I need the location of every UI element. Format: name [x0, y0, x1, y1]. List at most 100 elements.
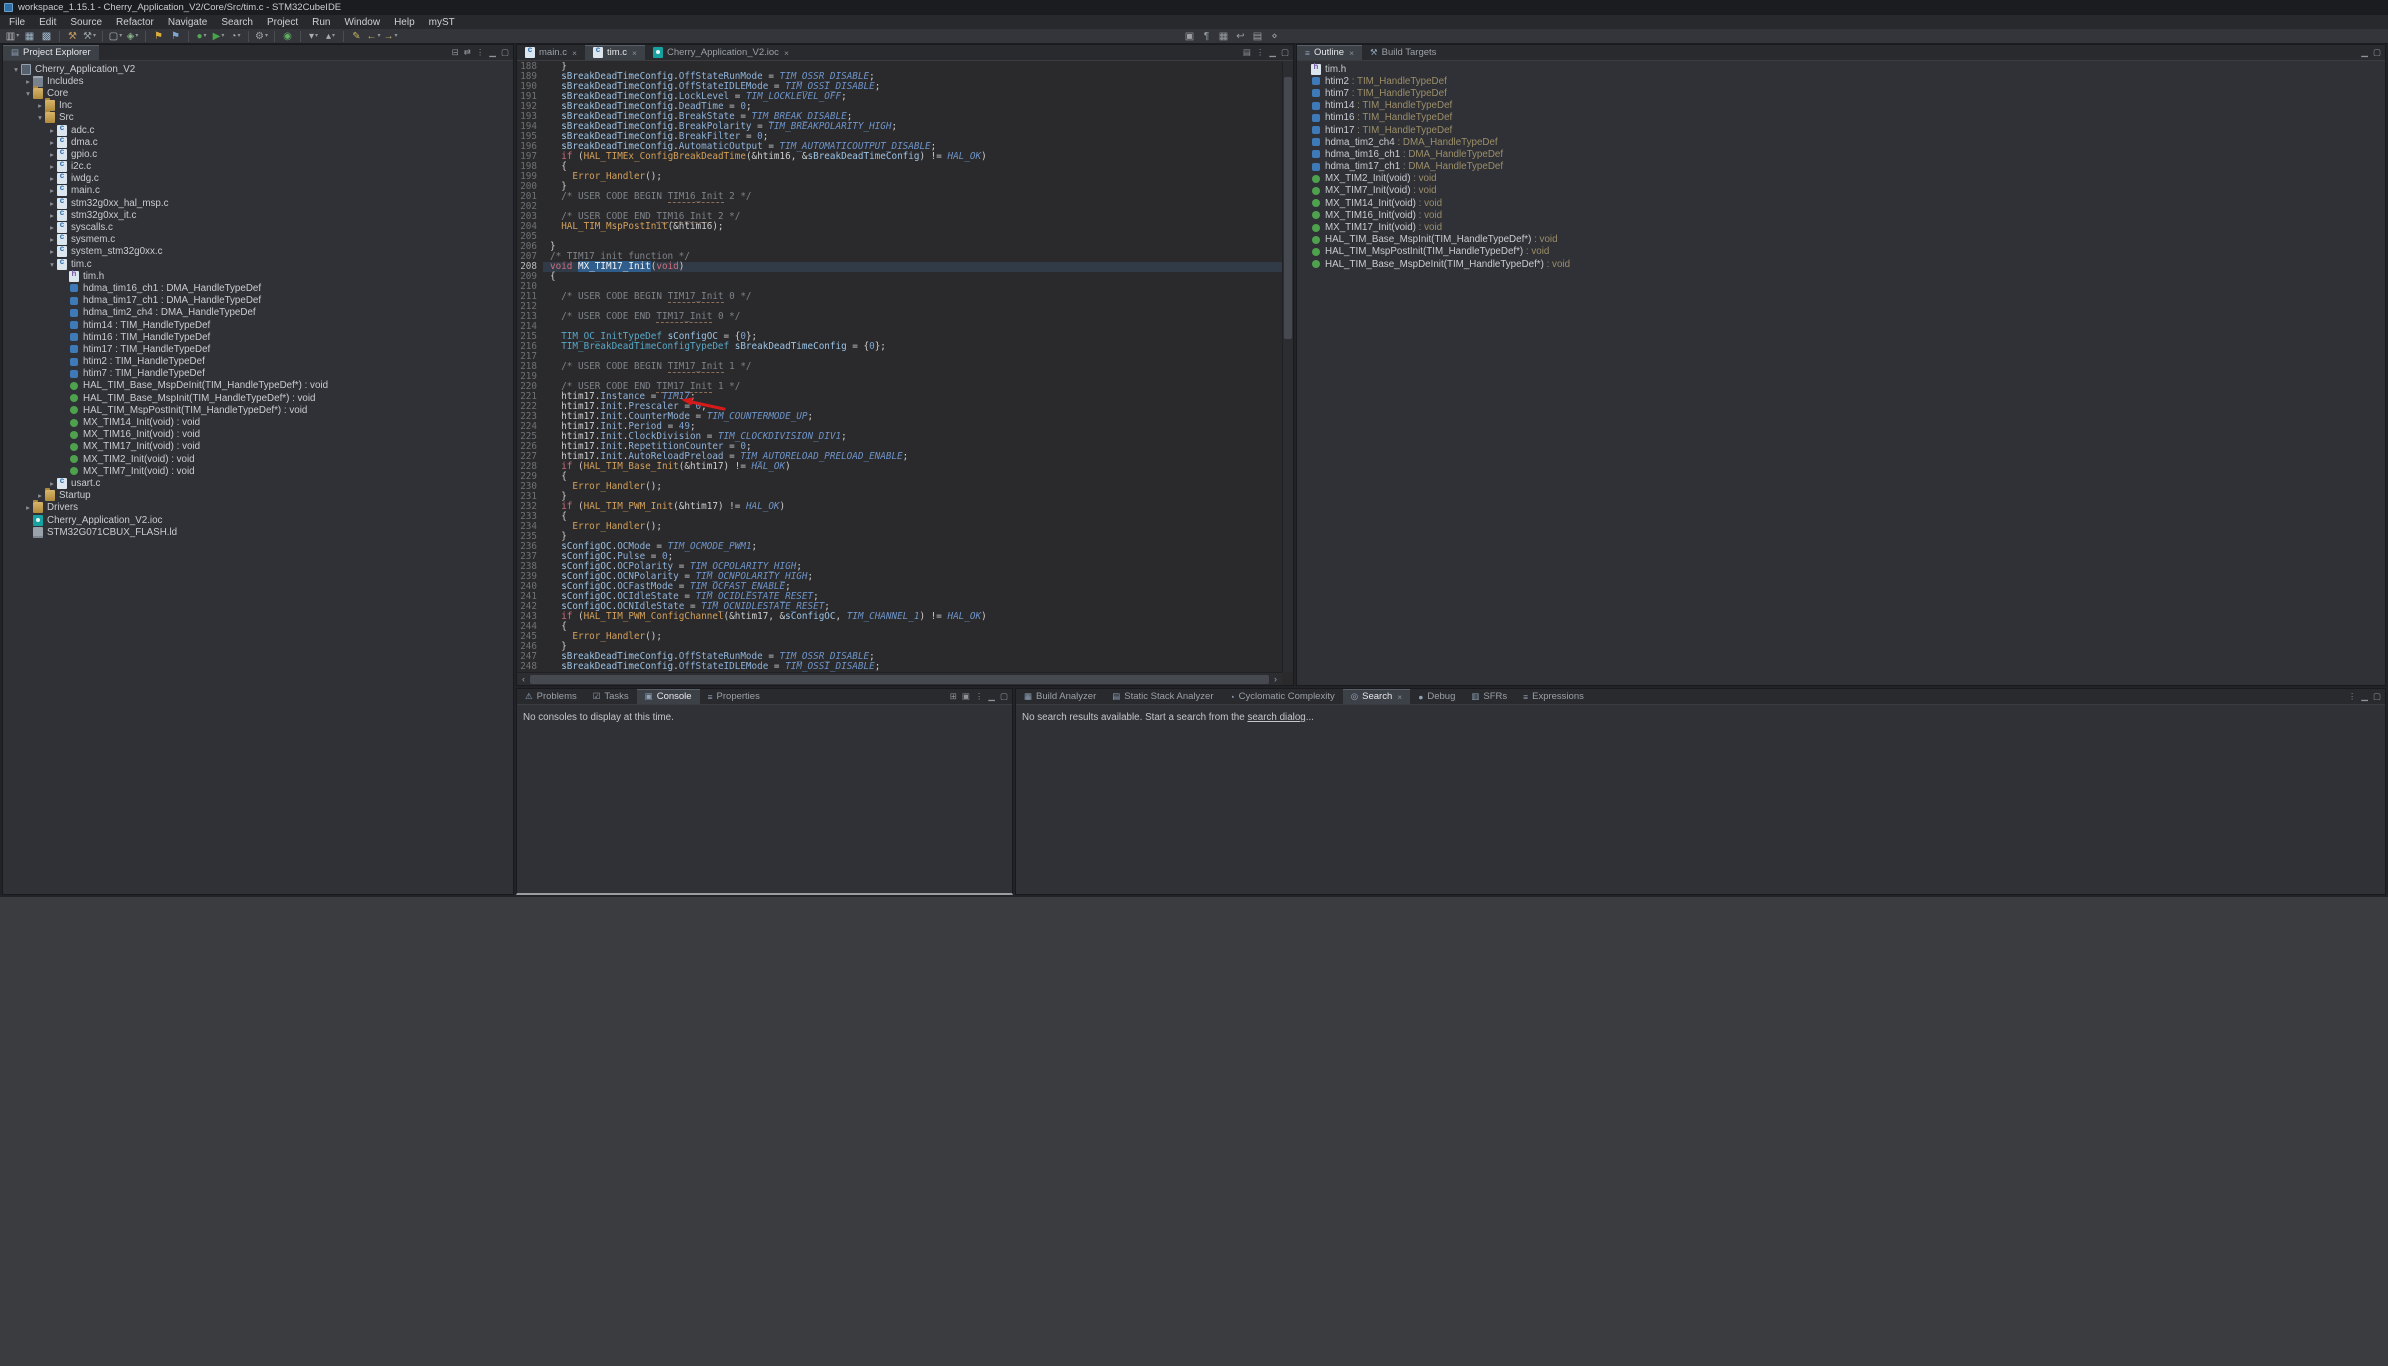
tab-properties[interactable]: ≡Properties — [700, 689, 768, 704]
code-line[interactable]: 208void MX_TIM17_Init(void) — [517, 262, 1282, 272]
word-wrap-button[interactable]: ↩ — [1233, 30, 1248, 43]
external-tools-button[interactable]: ⚙▾ — [254, 30, 269, 43]
tree-item[interactable]: htim17 : TIM_HandleTypeDef — [3, 343, 513, 355]
expander-icon[interactable]: ▸ — [35, 101, 45, 110]
code-line[interactable]: 209{ — [517, 272, 1282, 282]
tree-item[interactable]: ▸iwdg.c — [3, 173, 513, 185]
tab-build-targets[interactable]: ⚒Build Targets — [1362, 45, 1444, 60]
code-line[interactable]: 205 — [517, 232, 1282, 242]
code-line[interactable]: 197 if (HAL_TIMEx_ConfigBreakDeadTime(&h… — [517, 152, 1282, 162]
vertical-scroll-thumb[interactable] — [1284, 77, 1292, 339]
tab-expressions[interactable]: ≡Expressions — [1515, 689, 1592, 704]
tab-console[interactable]: ▣Console — [637, 689, 700, 704]
tree-item[interactable]: hdma_tim16_ch1 : DMA_HandleTypeDef — [3, 282, 513, 294]
code-line[interactable]: 216 TIM_BreakDeadTimeConfigTypeDef sBrea… — [517, 342, 1282, 352]
maximize-icon[interactable]: ▢ — [2373, 691, 2381, 702]
tree-item[interactable]: ▸Includes — [3, 75, 513, 87]
tree-item[interactable]: tim.h — [3, 270, 513, 282]
project-explorer-tree[interactable]: ▾Cherry_Application_V2▸Includes▾Core▸Inc… — [3, 61, 513, 894]
maximize-icon[interactable]: ▢ — [1281, 47, 1289, 58]
new-wizard-button[interactable]: ▥▾ — [5, 30, 20, 43]
code-line[interactable]: 201 /* USER CODE BEGIN TIM16_Init 2 */ — [517, 192, 1282, 202]
minimize-icon[interactable]: ▁ — [988, 691, 995, 702]
tab-cyclomatic-complexity[interactable]: ◔Cyclomatic Complexity — [1222, 689, 1343, 704]
profile-button[interactable]: ◔▾ — [228, 30, 243, 43]
tree-item[interactable]: htim7 : TIM_HandleTypeDef — [3, 368, 513, 380]
tree-item[interactable]: ▾Core — [3, 87, 513, 99]
editor-vertical-scrollbar[interactable] — [1282, 61, 1293, 672]
tab-outline[interactable]: ≡Outline× — [1297, 45, 1362, 60]
outline-item[interactable]: hdma_tim2_ch4 : DMA_HandleTypeDef — [1297, 136, 2385, 148]
tab-sfrs[interactable]: ▥SFRs — [1463, 689, 1515, 704]
close-icon[interactable]: × — [632, 48, 637, 58]
tab-project-explorer[interactable]: ▤Project Explorer — [3, 45, 99, 60]
tree-item[interactable]: ▸Startup — [3, 490, 513, 502]
outline-list[interactable]: tim.hhtim2 : TIM_HandleTypeDefhtim7 : TI… — [1297, 61, 2385, 685]
expander-icon[interactable]: ▸ — [47, 247, 57, 256]
expander-icon[interactable]: ▸ — [47, 223, 57, 232]
tree-item[interactable]: HAL_TIM_Base_MspDeInit(TIM_HandleTypeDef… — [3, 380, 513, 392]
expander-icon[interactable]: ▸ — [47, 479, 57, 488]
debug-button[interactable]: ●▾ — [194, 30, 209, 43]
toggle-mark-occurrences-button[interactable]: ▣ — [1182, 30, 1197, 43]
menu-myst[interactable]: myST — [422, 15, 462, 29]
open-console-icon[interactable]: ⊞ — [950, 691, 957, 702]
outline-item[interactable]: htim17 : TIM_HandleTypeDef — [1297, 124, 2385, 136]
tree-item[interactable]: htim16 : TIM_HandleTypeDef — [3, 331, 513, 343]
outline-item[interactable]: HAL_TIM_Base_MspInit(TIM_HandleTypeDef*)… — [1297, 234, 2385, 246]
code-line[interactable]: 199 Error_Handler(); — [517, 172, 1282, 182]
tab-build-analyzer[interactable]: ▦Build Analyzer — [1016, 689, 1104, 704]
editor-presentation-button[interactable]: ▤ — [1250, 30, 1265, 43]
view-menu-icon[interactable]: ⋮ — [1256, 47, 1265, 58]
close-icon[interactable]: × — [1397, 692, 1402, 702]
new-source-button[interactable]: ▢▾ — [108, 30, 123, 43]
code-line[interactable]: 230 Error_Handler(); — [517, 482, 1282, 492]
build-select-button[interactable]: ⚒▾ — [82, 30, 97, 43]
expander-icon[interactable]: ▸ — [35, 491, 45, 500]
expander-icon[interactable]: ▸ — [47, 235, 57, 244]
tree-item[interactable]: MX_TIM16_Init(void) : void — [3, 429, 513, 441]
tree-item[interactable]: ▾Cherry_Application_V2 — [3, 63, 513, 75]
tab-cherry-application-v2-ioc[interactable]: Cherry_Application_V2.ioc× — [645, 45, 797, 60]
collapse-all-icon[interactable]: ⊟ — [452, 47, 459, 58]
view-menu-icon[interactable]: ⋮ — [975, 691, 984, 702]
expander-icon[interactable]: ▸ — [23, 503, 33, 512]
expander-icon[interactable]: ▸ — [47, 162, 57, 171]
expander-icon[interactable]: ▸ — [47, 126, 57, 135]
last-edit-location-button[interactable]: ✎ — [349, 30, 364, 43]
close-icon[interactable]: × — [784, 48, 789, 58]
code-line[interactable]: 234 Error_Handler(); — [517, 522, 1282, 532]
code-lines[interactable]: 188 }189 sBreakDeadTimeConfig.OffStateRu… — [517, 62, 1282, 672]
editor-horizontal-scrollbar[interactable]: ‹ › — [517, 672, 1282, 685]
close-icon[interactable]: × — [572, 48, 577, 58]
outline-item[interactable]: HAL_TIM_Base_MspDeInit(TIM_HandleTypeDef… — [1297, 258, 2385, 270]
pin-editor-button[interactable]: ⋄ — [1267, 30, 1282, 43]
coverage-button[interactable]: ◉ — [280, 30, 295, 43]
tree-item[interactable]: htim14 : TIM_HandleTypeDef — [3, 319, 513, 331]
tree-item[interactable]: hdma_tim2_ch4 : DMA_HandleTypeDef — [3, 307, 513, 319]
tree-item[interactable]: ▸Drivers — [3, 502, 513, 514]
display-selected-console-icon[interactable]: ▣ — [962, 691, 970, 702]
outline-item[interactable]: MX_TIM2_Init(void) : void — [1297, 173, 2385, 185]
save-all-button[interactable]: ▩ — [39, 30, 54, 43]
expander-icon[interactable]: ▾ — [11, 65, 21, 74]
code-editor[interactable]: 188 }189 sBreakDeadTimeConfig.OffStateRu… — [517, 61, 1293, 685]
outline-item[interactable]: hdma_tim17_ch1 : DMA_HandleTypeDef — [1297, 161, 2385, 173]
minimize-icon[interactable]: ▁ — [2361, 691, 2368, 702]
expander-icon[interactable]: ▾ — [35, 113, 45, 122]
outline-item[interactable]: MX_TIM17_Init(void) : void — [1297, 221, 2385, 233]
code-line[interactable]: 228 if (HAL_TIM_Base_Init(&htim17) != HA… — [517, 462, 1282, 472]
menu-source[interactable]: Source — [63, 15, 109, 29]
tab-tim-c[interactable]: tim.c× — [585, 45, 645, 60]
menu-run[interactable]: Run — [305, 15, 337, 29]
tree-item[interactable]: ▸syscalls.c — [3, 221, 513, 233]
save-button[interactable]: ▦ — [22, 30, 37, 43]
maximize-icon[interactable]: ▢ — [2373, 47, 2381, 58]
outline-item[interactable]: MX_TIM14_Init(void) : void — [1297, 197, 2385, 209]
outline-item[interactable]: MX_TIM16_Init(void) : void — [1297, 209, 2385, 221]
outline-item[interactable]: htim2 : TIM_HandleTypeDef — [1297, 75, 2385, 87]
close-icon[interactable]: × — [1349, 48, 1354, 58]
tree-item[interactable]: MX_TIM14_Init(void) : void — [3, 416, 513, 428]
menu-file[interactable]: File — [2, 15, 32, 29]
tree-item[interactable]: HAL_TIM_Base_MspInit(TIM_HandleTypeDef*)… — [3, 392, 513, 404]
